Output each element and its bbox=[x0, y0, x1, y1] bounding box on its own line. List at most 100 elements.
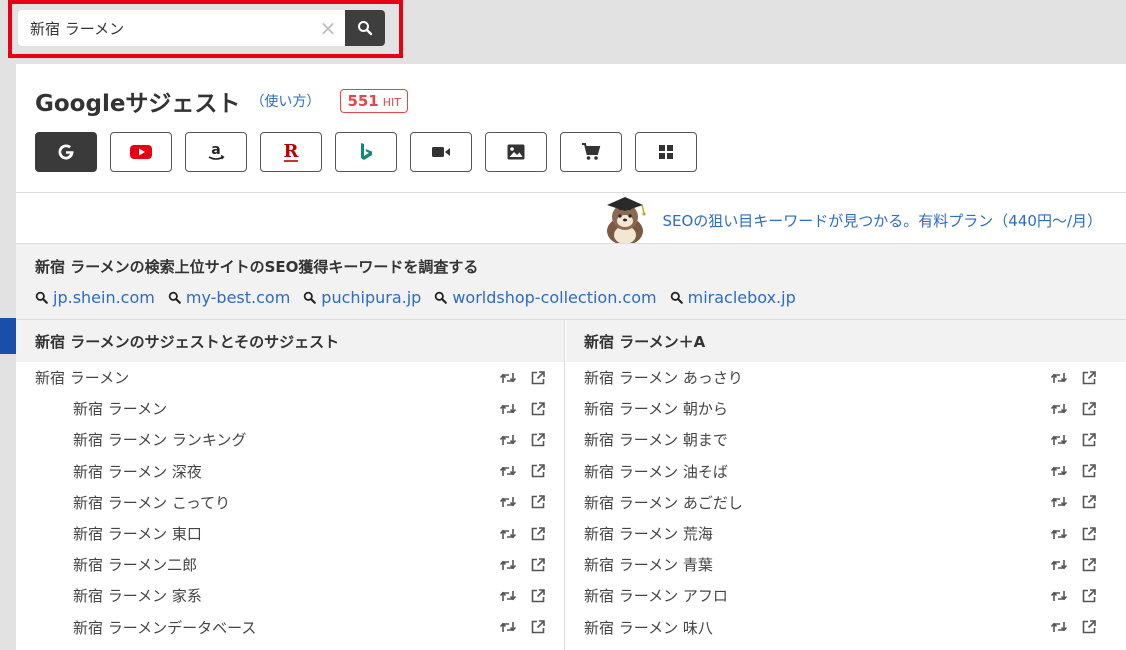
suggest-item[interactable]: 新宿 ラーメン 味八 bbox=[566, 612, 1126, 643]
site-link-label: worldshop-collection.com bbox=[452, 288, 657, 307]
engine-rakuten-button[interactable]: R bbox=[260, 132, 322, 172]
row-actions bbox=[1050, 431, 1098, 449]
external-link-icon[interactable] bbox=[1080, 369, 1098, 387]
search-button[interactable] bbox=[345, 10, 385, 46]
suggest-item-text: 新宿 ラーメン 東口 bbox=[73, 525, 202, 544]
external-link-icon[interactable] bbox=[1080, 493, 1098, 511]
suggest-item[interactable]: 新宿 ラーメンデータベース bbox=[16, 612, 564, 643]
external-link-icon[interactable] bbox=[1080, 525, 1098, 543]
suggest-item[interactable]: 新宿 ラーメン 青葉 bbox=[566, 549, 1126, 580]
external-link-icon[interactable] bbox=[529, 493, 547, 511]
retweet-icon[interactable] bbox=[499, 493, 517, 511]
suggest-column-main: 新宿 ラーメンのサジェストとそのサジェスト 新宿 ラーメン 新宿 ラーメン 新宿 ラ… bbox=[16, 320, 565, 650]
engine-bing-button[interactable] bbox=[335, 132, 397, 172]
retweet-icon[interactable] bbox=[1050, 556, 1068, 574]
retweet-icon[interactable] bbox=[499, 462, 517, 480]
engine-google-button[interactable] bbox=[35, 132, 97, 172]
suggest-item[interactable]: 新宿 ラーメン こってり bbox=[16, 487, 564, 518]
external-link-icon[interactable] bbox=[1080, 556, 1098, 574]
site-link[interactable]: puchipura.jp bbox=[303, 288, 421, 307]
retweet-icon[interactable] bbox=[1050, 431, 1068, 449]
external-link-icon[interactable] bbox=[1080, 587, 1098, 605]
external-link-icon[interactable] bbox=[529, 400, 547, 418]
site-link[interactable]: jp.shein.com bbox=[35, 288, 155, 307]
suggest-item[interactable]: 新宿 ラーメン bbox=[16, 393, 564, 424]
external-link-icon[interactable] bbox=[529, 556, 547, 574]
retweet-icon[interactable] bbox=[1050, 525, 1068, 543]
row-actions bbox=[499, 525, 547, 543]
external-link-icon[interactable] bbox=[1080, 400, 1098, 418]
engine-video-button[interactable] bbox=[410, 132, 472, 172]
suggest-item[interactable]: 新宿 ラーメン 朝から bbox=[566, 393, 1126, 424]
suggest-item[interactable]: 新宿 ラーメン あごだし bbox=[566, 487, 1126, 518]
paid-plan-link[interactable]: SEOの狙い目キーワードが見つかる。有料プラン（440円〜/月） bbox=[663, 210, 1103, 231]
row-actions bbox=[1050, 618, 1098, 636]
retweet-icon[interactable] bbox=[1050, 369, 1068, 387]
suggest-item[interactable]: 新宿 ラーメン ランキング bbox=[16, 424, 564, 455]
suggest-item[interactable]: 新宿 ラーメン アフロ bbox=[566, 580, 1126, 611]
suggest-columns: 新宿 ラーメンのサジェストとそのサジェスト 新宿 ラーメン 新宿 ラーメン 新宿 ラ… bbox=[16, 319, 1126, 650]
retweet-icon[interactable] bbox=[499, 525, 517, 543]
retweet-icon[interactable] bbox=[1050, 493, 1068, 511]
search-icon bbox=[168, 291, 181, 304]
retweet-icon[interactable] bbox=[1050, 400, 1068, 418]
suggest-item[interactable]: 新宿 ラーメン bbox=[16, 362, 564, 393]
suggest-item[interactable]: 新宿 ラーメン二郎 bbox=[16, 549, 564, 580]
site-link[interactable]: worldshop-collection.com bbox=[434, 288, 657, 307]
suggest-item-text: 新宿 ラーメン アフロ bbox=[584, 587, 728, 606]
row-actions bbox=[1050, 525, 1098, 543]
engine-grid-button[interactable] bbox=[635, 132, 697, 172]
results-header: Googleサジェスト （使い方） 551 HIT bbox=[35, 84, 408, 118]
retweet-icon[interactable] bbox=[499, 400, 517, 418]
suggest-item-text: 新宿 ラーメン 深夜 bbox=[73, 462, 202, 481]
external-link-icon[interactable] bbox=[1080, 618, 1098, 636]
suggest-item[interactable]: 新宿 ラーメン 家系 bbox=[16, 580, 564, 611]
clear-icon[interactable]: × bbox=[311, 10, 345, 46]
search-icon bbox=[670, 291, 683, 304]
search-input[interactable] bbox=[18, 10, 311, 46]
retweet-icon[interactable] bbox=[1050, 618, 1068, 636]
engine-shopping-button[interactable] bbox=[560, 132, 622, 172]
external-link-icon[interactable] bbox=[529, 587, 547, 605]
suggest-item[interactable]: 新宿 ラーメン 東口 bbox=[16, 518, 564, 549]
retweet-icon[interactable] bbox=[499, 369, 517, 387]
row-actions bbox=[1050, 587, 1098, 605]
engine-amazon-button[interactable]: a bbox=[185, 132, 247, 172]
site-link-list: jp.shein.com my-best.com puchipura.jp wo… bbox=[35, 288, 796, 307]
row-actions bbox=[499, 462, 547, 480]
suggest-item[interactable]: 新宿 ラーメン 荒海 bbox=[566, 518, 1126, 549]
retweet-icon[interactable] bbox=[1050, 462, 1068, 480]
suggest-item[interactable]: 新宿 ラーメン 油そば bbox=[566, 456, 1126, 487]
external-link-icon[interactable] bbox=[1080, 431, 1098, 449]
bing-icon bbox=[361, 143, 372, 160]
site-link[interactable]: my-best.com bbox=[168, 288, 290, 307]
suggest-list: 新宿 ラーメン あっさり 新宿 ラーメン 朝から 新宿 ラーメン 朝まで 新宿 ラーメ… bbox=[566, 362, 1126, 643]
retweet-icon[interactable] bbox=[499, 618, 517, 636]
site-link[interactable]: miraclebox.jp bbox=[670, 288, 796, 307]
external-link-icon[interactable] bbox=[529, 618, 547, 636]
retweet-icon[interactable] bbox=[1050, 587, 1068, 605]
retweet-icon[interactable] bbox=[499, 587, 517, 605]
external-link-icon[interactable] bbox=[529, 431, 547, 449]
external-link-icon[interactable] bbox=[1080, 462, 1098, 480]
grid-icon bbox=[659, 145, 673, 159]
external-link-icon[interactable] bbox=[529, 369, 547, 387]
retweet-icon[interactable] bbox=[499, 431, 517, 449]
suggest-item-text: 新宿 ラーメン 朝まで bbox=[584, 431, 728, 450]
suggest-item[interactable]: 新宿 ラーメン あっさり bbox=[566, 362, 1126, 393]
seo-section-title: 新宿 ラーメンの検索上位サイトのSEO獲得キーワードを調査する bbox=[35, 258, 479, 276]
suggest-item[interactable]: 新宿 ラーメン 朝まで bbox=[566, 424, 1126, 455]
column-header: 新宿 ラーメン＋A bbox=[566, 320, 1126, 362]
suggest-item-text: 新宿 ラーメン bbox=[35, 369, 130, 388]
svg-text:a: a bbox=[211, 142, 220, 158]
suggest-item[interactable]: 新宿 ラーメン 深夜 bbox=[16, 456, 564, 487]
engine-image-button[interactable] bbox=[485, 132, 547, 172]
external-link-icon[interactable] bbox=[529, 462, 547, 480]
suggest-item-text: 新宿 ラーメン 家系 bbox=[73, 587, 202, 606]
image-icon bbox=[507, 144, 525, 160]
engine-youtube-button[interactable] bbox=[110, 132, 172, 172]
retweet-icon[interactable] bbox=[499, 556, 517, 574]
suggest-item-text: 新宿 ラーメン 青葉 bbox=[584, 556, 713, 575]
howto-link[interactable]: （使い方） bbox=[250, 91, 320, 111]
external-link-icon[interactable] bbox=[529, 525, 547, 543]
